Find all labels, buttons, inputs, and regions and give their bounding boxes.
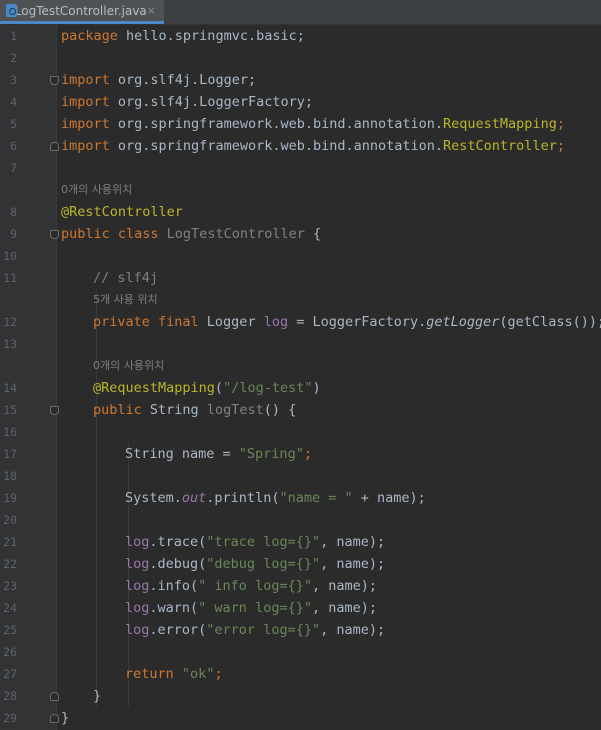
line-number[interactable]: 4: [0, 91, 17, 113]
indent-guide: [96, 289, 97, 707]
line-number[interactable]: 14: [0, 377, 17, 399]
code-line-24: log.warn(" warn log={}", name);: [125, 600, 377, 616]
line-number[interactable]: 26: [0, 641, 17, 663]
code-line-17: String name = "Spring";: [125, 446, 312, 462]
code-line-5: import org.springframework.web.bind.anno…: [61, 116, 565, 132]
line-number[interactable]: 5: [0, 113, 17, 135]
line-number[interactable]: 24: [0, 597, 17, 619]
code-line-1: package hello.springmvc.basic;: [61, 28, 305, 44]
usage-hint-method[interactable]: 0개의 사용위치: [93, 355, 164, 377]
line-number-gutter: 1 2 3 4 5 6 7 8 9 10 11 12 13 14 15 16 17 18 19 20 21 22 23 24 2…: [0, 25, 56, 730]
code-line-19: System.out.println("name = " + name);: [125, 490, 426, 506]
code-line-15: public String logTest() {: [93, 402, 297, 418]
line-number[interactable]: 16: [0, 421, 17, 443]
line-number[interactable]: 7: [0, 157, 17, 179]
java-class-icon: [6, 4, 17, 17]
code-line-11: // slf4j: [93, 270, 159, 286]
line-number[interactable]: 27: [0, 663, 17, 685]
code-line-27: return "ok";: [125, 666, 223, 682]
code-line-21: log.trace("trace log={}", name);: [125, 534, 386, 550]
code-line-29: }: [61, 710, 70, 726]
line-number[interactable]: 12: [0, 311, 17, 333]
line-number[interactable]: 23: [0, 575, 17, 597]
line-number[interactable]: 21: [0, 531, 17, 553]
code-editor[interactable]: package hello.springmvc.basic; import or…: [57, 25, 601, 730]
line-number[interactable]: 1: [0, 25, 17, 47]
line-number[interactable]: 10: [0, 245, 17, 267]
tab-logtestcontroller[interactable]: LogTestController.java ×: [0, 0, 164, 24]
code-line-6: import org.springframework.web.bind.anno…: [61, 138, 565, 154]
code-line-4: import org.slf4j.LoggerFactory;: [61, 94, 313, 110]
line-number[interactable]: 9: [0, 223, 17, 245]
code-line-14: @RequestMapping("/log-test"): [93, 380, 321, 396]
code-line-23: log.info(" info log={}", name);: [125, 578, 377, 594]
code-line-22: log.debug("debug log={}", name);: [125, 556, 386, 572]
usage-hint-class[interactable]: 0개의 사용위치: [61, 179, 132, 201]
usage-hint-log[interactable]: 5개 사용 위치: [93, 289, 158, 311]
editor-tab-bar: LogTestController.java ×: [0, 0, 601, 25]
line-number[interactable]: 25: [0, 619, 17, 641]
line-number[interactable]: 2: [0, 47, 17, 69]
line-number[interactable]: 15: [0, 399, 17, 421]
line-number[interactable]: 8: [0, 201, 17, 223]
code-line-9: public class LogTestController {: [61, 226, 322, 242]
line-number[interactable]: 3: [0, 69, 17, 91]
line-number[interactable]: 20: [0, 509, 17, 531]
tab-label: LogTestController.java: [14, 3, 147, 18]
close-icon[interactable]: ×: [147, 4, 156, 17]
code-line-28: }: [93, 688, 102, 704]
code-line-25: log.error("error log={}", name);: [125, 622, 386, 638]
line-number[interactable]: 18: [0, 465, 17, 487]
line-number[interactable]: 19: [0, 487, 17, 509]
line-number[interactable]: 6: [0, 135, 17, 157]
code-line-12: private final Logger log = LoggerFactory…: [93, 314, 601, 330]
line-number[interactable]: 28: [0, 685, 17, 707]
line-number[interactable]: 22: [0, 553, 17, 575]
code-line-8: @RestController: [61, 204, 183, 220]
line-number[interactable]: 29: [0, 707, 17, 729]
code-line-3: import org.slf4j.Logger;: [61, 72, 257, 88]
line-number[interactable]: 13: [0, 333, 17, 355]
line-number[interactable]: 17: [0, 443, 17, 465]
line-number[interactable]: 11: [0, 267, 17, 289]
